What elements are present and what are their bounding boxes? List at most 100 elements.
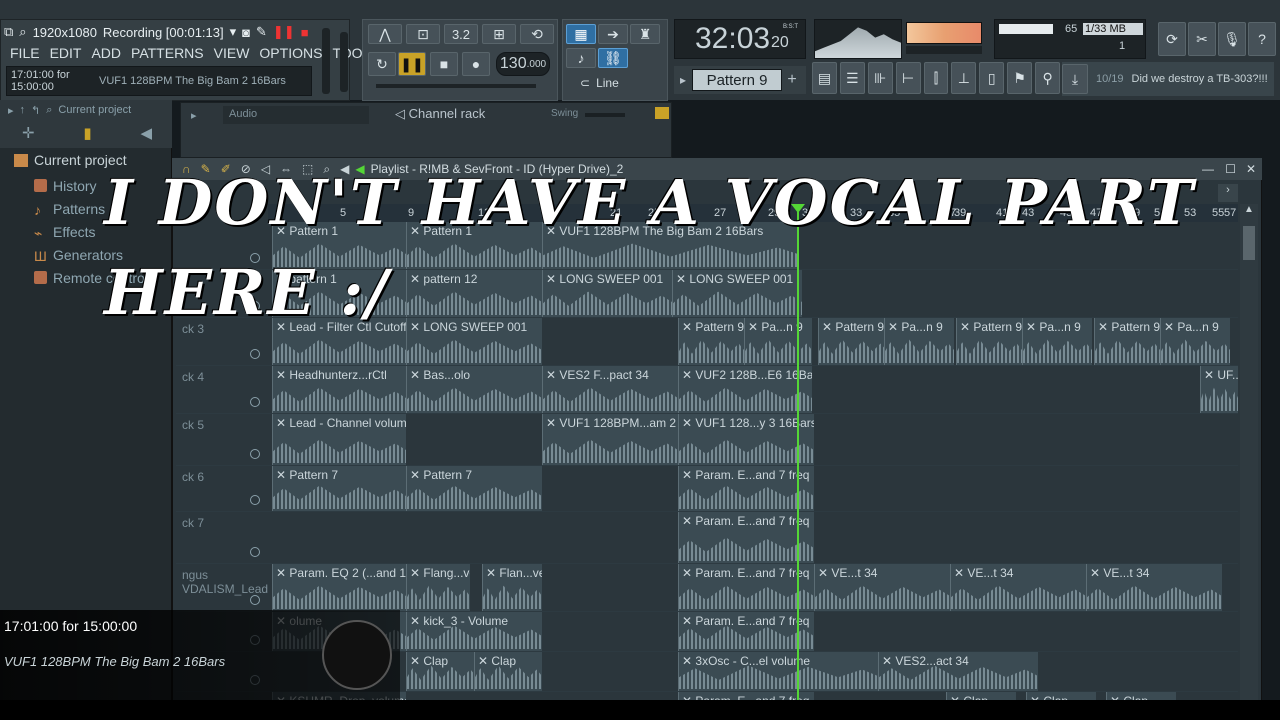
clip-menu-icon[interactable]: ✕ [954,566,967,580]
maximize-icon[interactable]: ☐ [1225,162,1236,176]
playlist-clip[interactable]: ✕ Pattern 7 [406,466,542,511]
playlist-clip[interactable]: ✕ VES2 F...pact 34 [542,366,678,413]
track-mute-icon[interactable] [250,397,260,407]
clip-menu-icon[interactable]: ✕ [748,320,761,334]
playlist-clip[interactable]: ✕ VES2...act 34 [878,652,1038,691]
browser-icon[interactable]: ⊢ [895,62,921,94]
channel-filter[interactable]: Audio [223,106,369,124]
clip-menu-icon[interactable]: ✕ [682,368,695,382]
playlist-clip[interactable]: ✕ VE...t 34 [950,564,1086,611]
scroll-up-icon[interactable]: ▲ [1240,204,1258,222]
playlist-clip[interactable]: ✕ pattern 12 [406,270,542,317]
menu-item-options[interactable]: OPTIONS [259,45,322,61]
playlist-clip[interactable]: ✕ Pa...n 9 [1160,318,1230,365]
clip-menu-icon[interactable]: ✕ [410,566,423,580]
track-mute-icon[interactable] [250,449,260,459]
arrow-up-icon[interactable]: ↑ [20,104,26,117]
pause-record-icon[interactable]: ❚❚ [273,24,295,40]
record-button[interactable]: ● [462,52,490,76]
clip-menu-icon[interactable]: ✕ [1098,320,1111,334]
playlist-clip[interactable]: ✕ Pattern 7 [272,466,406,511]
help-icon[interactable]: ? [1248,22,1276,56]
playlist-clip[interactable]: ✕ Pattern 9 [818,318,886,365]
clip-menu-icon[interactable]: ✕ [822,320,835,334]
playlist-clip[interactable]: ✕ UF...rs [1200,366,1238,413]
playlist-clip[interactable]: ✕ Flan...vel [482,564,542,611]
clip-menu-icon[interactable]: ✕ [882,654,895,668]
clip-menu-icon[interactable]: ✕ [682,566,695,580]
clip-menu-icon[interactable]: ✕ [676,272,689,286]
crosshair-icon[interactable]: ✛ [22,124,35,142]
playlist-clip[interactable]: ✕ LONG SWEEP 001 [672,270,802,317]
link-icon[interactable]: ⛓ [598,48,628,68]
playlist-clip[interactable]: ✕ kick_3 - Volume [406,612,542,651]
playlist-clip[interactable]: ✕ Pattern 9 [956,318,1022,365]
master-volume-slider[interactable] [322,28,330,94]
playlist-clip[interactable]: ✕ Headhunterz...rCtl [272,366,406,413]
clip-menu-icon[interactable]: ✕ [276,468,289,482]
playlist-clip[interactable]: ✕ Pa...n 9 [1022,318,1092,365]
scroll-right-icon[interactable]: › [1218,184,1238,202]
clip-menu-icon[interactable]: ✕ [478,654,491,668]
channel-rack-icon[interactable]: ☰ [839,62,865,94]
clip-menu-icon[interactable]: ✕ [1204,368,1217,382]
playlist-clip[interactable]: ✕ Param. E...and 7 freq [678,564,814,611]
playlist-clip[interactable]: ✕ Pattern 9 [1094,318,1160,365]
clip-menu-icon[interactable]: ✕ [410,654,423,668]
sliders-icon[interactable]: ⊥ [951,62,977,94]
playlist-clip[interactable]: ✕ Param. E...and 7 freq [678,466,814,511]
pencil-icon[interactable]: ✎ [256,24,267,40]
speaker-icon[interactable]: ◀ [140,124,152,142]
clip-menu-icon[interactable]: ✕ [1090,566,1103,580]
loop-record-icon[interactable]: ⟲ [520,24,554,44]
playlist-clip[interactable]: ✕ Clap [406,652,476,691]
clip-menu-icon[interactable]: ✕ [682,468,695,482]
rack-options-icon[interactable] [655,107,669,119]
clip-menu-icon[interactable]: ✕ [818,566,831,580]
track-mute-icon[interactable] [250,547,260,557]
playlist-clip[interactable]: ✕ 3xOsc - C...el volume [678,652,878,691]
arrow-left-icon[interactable]: ▸ [8,104,14,117]
add-pattern-icon[interactable]: + [782,71,802,89]
news-panel[interactable]: ⤓ 10/19 Did we destroy a TB-303?!!! [1062,62,1274,96]
search-icon[interactable]: ⌕ [46,104,52,117]
playlist-clip[interactable]: ✕ VE...t 34 [1086,564,1222,611]
stop-button[interactable]: ■ [430,52,458,76]
close-icon[interactable]: ✕ [1246,162,1256,176]
back-icon[interactable]: ↰ [31,104,40,117]
stop-record-icon[interactable]: ■ [301,25,309,40]
time-signature-button[interactable]: 3.2 [444,24,478,44]
snap-selector[interactable]: ⊂ Line [580,74,660,92]
search-icon[interactable]: ⌕ [19,24,26,40]
track-mute-icon[interactable] [250,595,260,605]
playlist-clip[interactable]: ✕ Pa...n 9 [744,318,812,365]
clip-menu-icon[interactable]: ✕ [276,416,289,430]
playlist-clip[interactable]: ✕ LONG SWEEP 001 [406,318,542,365]
menu-item-edit[interactable]: EDIT [50,45,82,61]
playlist-clip[interactable]: ✕ Lead - Channel volume [272,414,406,465]
playlist-clip[interactable]: ✕ Bas...olo [406,366,542,413]
clip-menu-icon[interactable]: ✕ [410,272,423,286]
swing-slider[interactable] [585,113,625,117]
arrow-icon[interactable]: ➔ [598,24,628,44]
typing-keyboard-icon[interactable]: ▦ [566,24,596,44]
undo-history-icon[interactable]: ⟳ [1158,22,1186,56]
clip-menu-icon[interactable]: ✕ [410,368,423,382]
window-restore-icon[interactable]: ⧉ [4,24,13,40]
clip-menu-icon[interactable]: ✕ [682,654,695,668]
draw-icon[interactable]: ♪ [566,48,596,68]
menu-item-patterns[interactable]: PATTERNS [131,45,204,61]
clip-menu-icon[interactable]: ✕ [546,416,559,430]
clip-menu-icon[interactable]: ✕ [1026,320,1039,334]
track-mute-icon[interactable] [250,349,260,359]
dropdown-arrow-icon[interactable]: ▾ [230,24,237,40]
menu-item-add[interactable]: ADD [91,45,121,61]
camera-icon[interactable]: ◙ [242,25,250,40]
clip-menu-icon[interactable]: ✕ [682,416,695,430]
playlist-clip[interactable]: ✕ VE...t 34 [814,564,950,611]
expand-icon[interactable]: ▸ [191,109,197,122]
pause-button[interactable]: ❚❚ [398,52,426,76]
channel-rack-title[interactable]: ◁ Channel rack [395,106,485,122]
clip-menu-icon[interactable]: ✕ [410,614,423,628]
playhead[interactable] [797,204,799,720]
